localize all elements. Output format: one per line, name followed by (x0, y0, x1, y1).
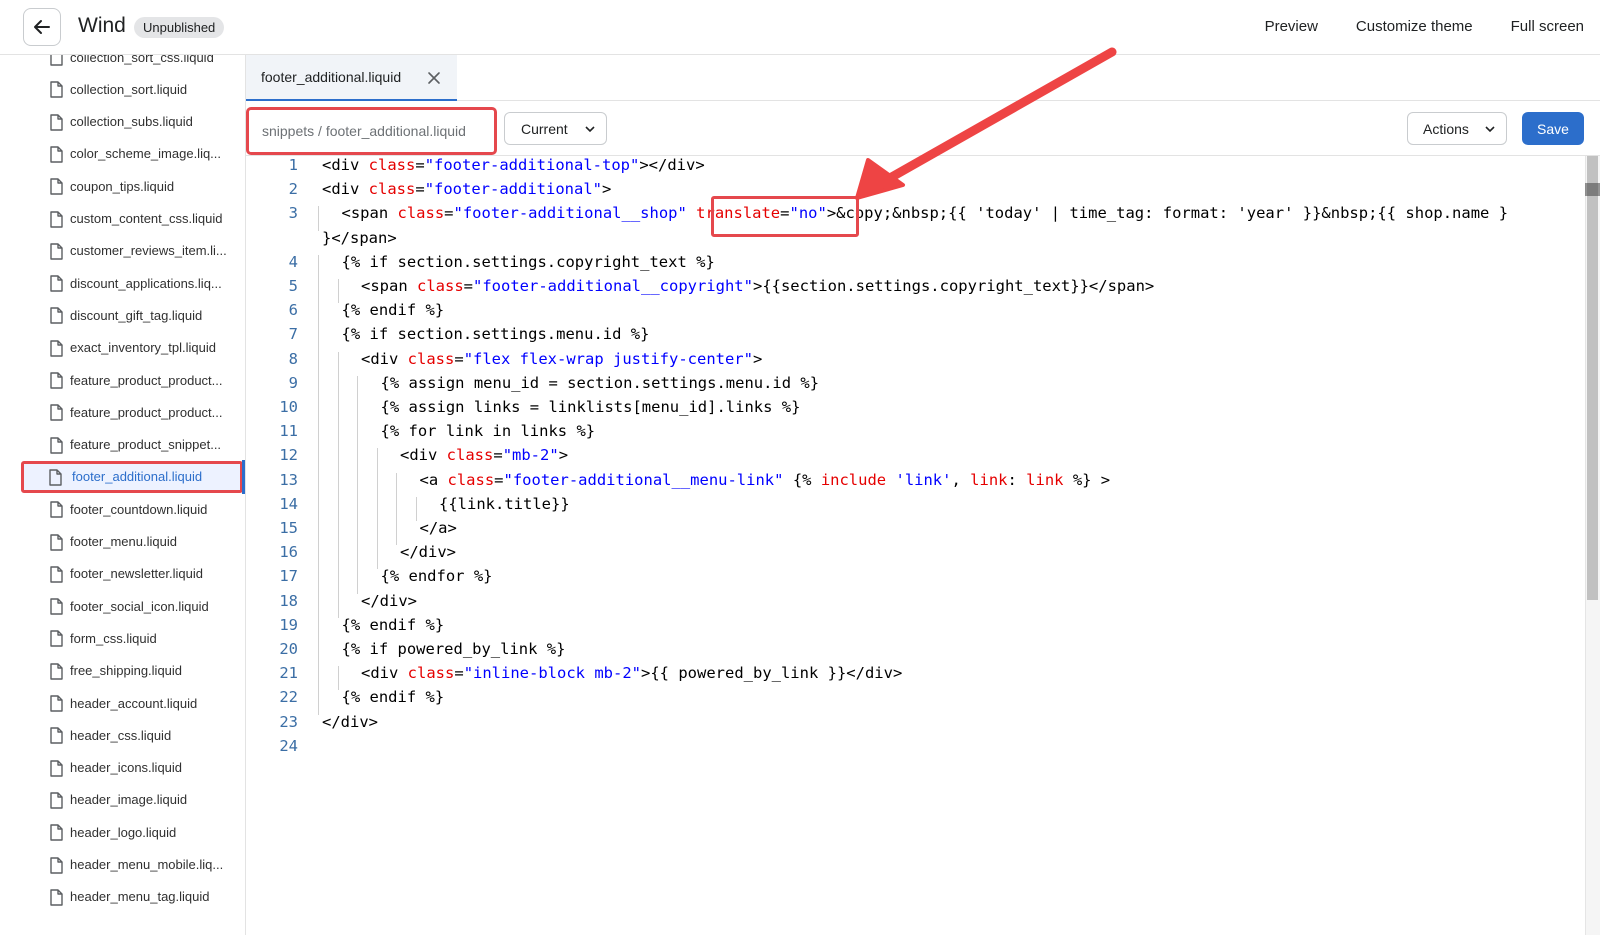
scrollbar-thumb[interactable] (1587, 156, 1598, 600)
annotation-arrow-icon (855, 47, 1117, 200)
scrollbar-marker (1585, 183, 1600, 196)
